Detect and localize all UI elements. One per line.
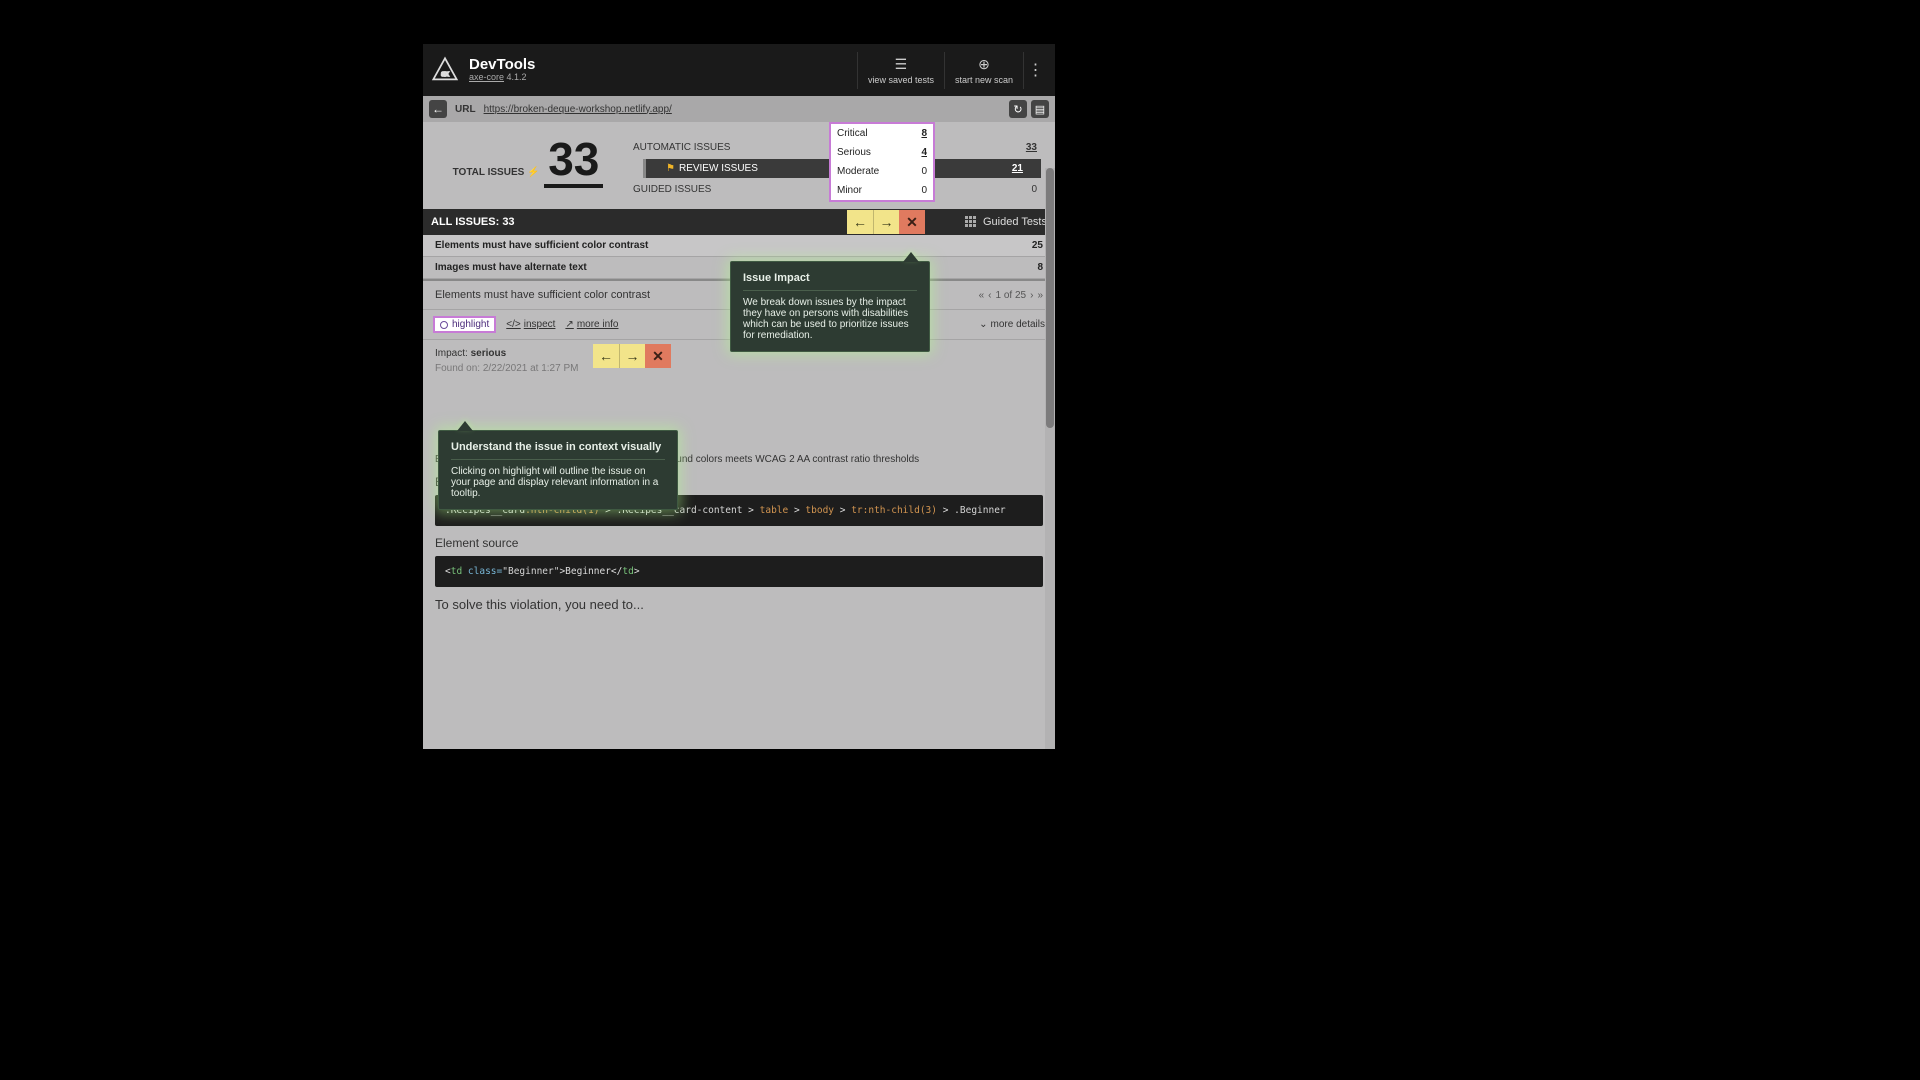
more-menu-button[interactable]: ⋮: [1023, 52, 1047, 89]
back-button[interactable]: ←: [429, 100, 447, 118]
flag-icon: ⚑: [666, 163, 675, 174]
pager-position: 1 of 25: [996, 290, 1027, 301]
guided-tests-button[interactable]: Guided Tests: [965, 216, 1047, 228]
url-label: URL: [455, 104, 476, 115]
total-issues-label: TOTAL ISSUES ⚡: [453, 167, 540, 178]
summary-panel: TOTAL ISSUES ⚡ 33 AUTOMATIC ISSUES33 ⚑RE…: [423, 122, 1055, 209]
app-title: DevTools: [469, 57, 535, 74]
axe-logo-icon: ax: [431, 56, 459, 84]
save-button[interactable]: ▤: [1031, 100, 1049, 118]
code-icon: </>: [506, 319, 520, 330]
impact-breakdown: Critical8Serious4Moderate0Minor0: [829, 122, 935, 202]
url-bar: ← URL https://broken-deque-workshop.netl…: [423, 96, 1055, 122]
svg-text:ax: ax: [441, 71, 449, 78]
issue-impact-tooltip: Issue Impact We break down issues by the…: [730, 261, 930, 352]
plus-page-icon: ⊕: [978, 56, 990, 73]
pager-next[interactable]: ›: [1030, 290, 1033, 301]
highlight-ring-icon: [440, 321, 448, 329]
tour-close-button[interactable]: ✕: [899, 210, 925, 234]
tour-prev-button[interactable]: ←: [847, 210, 873, 234]
issue-row[interactable]: Elements must have sufficient color cont…: [423, 235, 1055, 257]
all-issues-bar: ALL ISSUES: 33 ← → ✕ Guided Tests: [423, 209, 1055, 235]
app-header: ax DevTools axe-core 4.1.2 ☰ view saved …: [423, 44, 1055, 96]
impact-row-serious[interactable]: Serious4: [831, 143, 933, 162]
tour-nav: ← → ✕: [847, 210, 925, 234]
scrollbar-track[interactable]: [1045, 168, 1055, 749]
external-link-icon: ↗: [565, 319, 573, 330]
element-source-code: <td class="Beginner">Beginner</td>: [435, 556, 1043, 587]
tour-next-button[interactable]: →: [873, 210, 899, 234]
url-link[interactable]: https://broken-deque-workshop.netlify.ap…: [484, 104, 672, 115]
selected-issue-title: Elements must have sufficient color cont…: [435, 289, 650, 301]
found-on-meta: Found on: 2/22/2021 at 1:27 PM: [435, 363, 1043, 374]
total-issues-count[interactable]: 33: [544, 136, 603, 188]
grid-icon: [965, 216, 977, 228]
chevron-down-icon: ⌄: [979, 319, 987, 330]
engine-version: axe-core 4.1.2: [469, 73, 535, 83]
start-new-scan-button[interactable]: ⊕ start new scan: [944, 52, 1023, 89]
issue-pager: « ‹ 1 of 25 › »: [979, 290, 1043, 301]
pager-last[interactable]: »: [1037, 290, 1043, 301]
pager-first[interactable]: «: [979, 290, 985, 301]
impact-row-critical[interactable]: Critical8: [831, 124, 933, 143]
impact-row-minor[interactable]: Minor0: [831, 181, 933, 200]
list-icon: ☰: [895, 56, 908, 73]
rerun-button[interactable]: ↻: [1009, 100, 1027, 118]
highlight-tooltip: Understand the issue in context visually…: [438, 430, 678, 510]
scrollbar-thumb[interactable]: [1046, 168, 1054, 428]
solve-heading: To solve this violation, you need to...: [435, 597, 1043, 612]
pager-prev[interactable]: ‹: [988, 290, 991, 301]
more-details-toggle[interactable]: ⌄more details: [979, 319, 1045, 330]
inspect-button[interactable]: </>inspect: [506, 319, 555, 330]
view-saved-tests-button[interactable]: ☰ view saved tests: [857, 52, 944, 89]
highlight-button[interactable]: highlight: [433, 316, 496, 333]
more-info-link[interactable]: ↗more info: [565, 319, 618, 330]
impact-row-moderate[interactable]: Moderate0: [831, 162, 933, 181]
element-source-label: Element source: [435, 536, 1043, 550]
bolt-icon: ⚡: [527, 167, 539, 178]
